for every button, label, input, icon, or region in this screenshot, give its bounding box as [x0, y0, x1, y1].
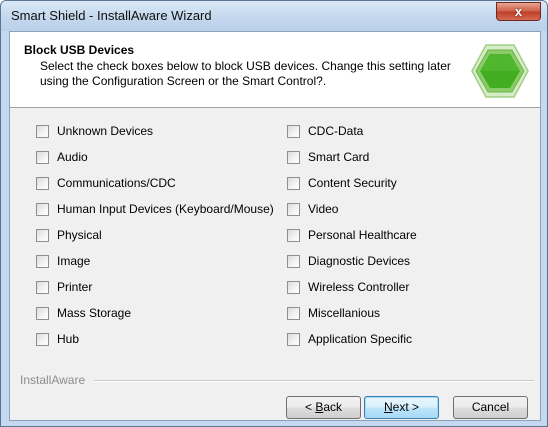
- checkbox-personal-healthcare[interactable]: Personal Healthcare: [287, 225, 417, 245]
- back-button[interactable]: < Back: [286, 396, 361, 419]
- checkbox-label: Personal Healthcare: [308, 228, 417, 242]
- checkbox-printer[interactable]: Printer: [36, 277, 92, 297]
- checkbox-label: Audio: [57, 150, 88, 164]
- checkbox-unknown-devices[interactable]: Unknown Devices: [36, 121, 153, 141]
- checkbox-box[interactable]: [36, 150, 49, 164]
- checkbox-box[interactable]: [287, 254, 300, 268]
- checkbox-label: Diagnostic Devices: [308, 254, 411, 268]
- checkbox-box[interactable]: [36, 332, 49, 346]
- next-label: ext >: [392, 400, 420, 414]
- checkbox-video[interactable]: Video: [287, 199, 338, 219]
- back-label: ack: [323, 400, 343, 414]
- wizard-header: Block USB Devices Select the check boxes…: [10, 32, 540, 108]
- checkbox-box[interactable]: [36, 280, 49, 294]
- close-icon: x: [514, 4, 523, 19]
- checkbox-box[interactable]: [36, 228, 49, 242]
- checkbox-box[interactable]: [287, 202, 300, 216]
- page-description: Select the check boxes below to block US…: [40, 59, 451, 88]
- checkbox-box[interactable]: [287, 306, 300, 320]
- installaware-brand-label: InstallAware: [20, 373, 90, 387]
- back-prefix: <: [304, 400, 316, 414]
- next-accelerator: N: [383, 400, 393, 414]
- checkbox-audio[interactable]: Audio: [36, 147, 88, 167]
- checkbox-wireless-controller[interactable]: Wireless Controller: [287, 277, 409, 297]
- checkbox-communications-cdc[interactable]: Communications/CDC: [36, 173, 176, 193]
- checkbox-label: Wireless Controller: [308, 280, 410, 294]
- checkbox-label: Unknown Devices: [57, 124, 154, 138]
- checkbox-human-input-devices[interactable]: Human Input Devices (Keyboard/Mouse): [36, 199, 274, 219]
- checkbox-box[interactable]: [36, 202, 49, 216]
- title-bar[interactable]: Smart Shield - InstallAware Wizard x: [1, 1, 547, 31]
- checkbox-label: Image: [57, 254, 91, 268]
- checkbox-label: Hub: [57, 332, 80, 346]
- green-hexagon-icon: [471, 44, 529, 98]
- wizard-client-area: Block USB Devices Select the check boxes…: [9, 31, 541, 421]
- checkbox-miscellanious[interactable]: Miscellanious: [287, 303, 380, 323]
- checkbox-label: Application Specific: [308, 332, 413, 346]
- checkbox-label: Human Input Devices (Keyboard/Mouse): [57, 202, 274, 216]
- window-title: Smart Shield - InstallAware Wizard: [11, 8, 212, 23]
- checkbox-label: Mass Storage: [57, 306, 132, 320]
- cancel-button[interactable]: Cancel: [453, 396, 528, 419]
- checkbox-box[interactable]: [287, 228, 300, 242]
- checkbox-mass-storage[interactable]: Mass Storage: [36, 303, 131, 323]
- checkbox-box[interactable]: [36, 306, 49, 320]
- checkbox-label: Printer: [57, 280, 93, 294]
- checkbox-label: Content Security: [308, 176, 397, 190]
- checkbox-box[interactable]: [36, 254, 49, 268]
- checkbox-label: CDC-Data: [308, 124, 364, 138]
- checkbox-image[interactable]: Image: [36, 251, 90, 271]
- checkbox-box[interactable]: [36, 124, 49, 138]
- wizard-window: Smart Shield - InstallAware Wizard x Blo…: [0, 0, 548, 427]
- close-button[interactable]: x: [496, 2, 541, 21]
- checkbox-box[interactable]: [36, 176, 49, 190]
- checkbox-box[interactable]: [287, 280, 300, 294]
- checkbox-physical[interactable]: Physical: [36, 225, 102, 245]
- checkbox-content-security[interactable]: Content Security: [287, 173, 397, 193]
- checkbox-label: Video: [308, 202, 339, 216]
- next-button[interactable]: Next >: [364, 396, 439, 419]
- checkbox-smart-card[interactable]: Smart Card: [287, 147, 369, 167]
- checkbox-label: Physical: [57, 228, 102, 242]
- checkbox-box[interactable]: [287, 124, 300, 138]
- checkbox-application-specific[interactable]: Application Specific: [287, 329, 412, 349]
- checkbox-box[interactable]: [287, 176, 300, 190]
- page-title: Block USB Devices: [24, 43, 135, 57]
- checkbox-label: Miscellanious: [308, 306, 381, 320]
- checkbox-cdc-data[interactable]: CDC-Data: [287, 121, 363, 141]
- checkbox-hub[interactable]: Hub: [36, 329, 79, 349]
- footer-divider: [94, 380, 534, 382]
- checkbox-diagnostic-devices[interactable]: Diagnostic Devices: [287, 251, 410, 271]
- checkbox-label: Smart Card: [308, 150, 370, 164]
- checkbox-box[interactable]: [287, 332, 300, 346]
- checkbox-label: Communications/CDC: [57, 176, 176, 190]
- checkbox-box[interactable]: [287, 150, 300, 164]
